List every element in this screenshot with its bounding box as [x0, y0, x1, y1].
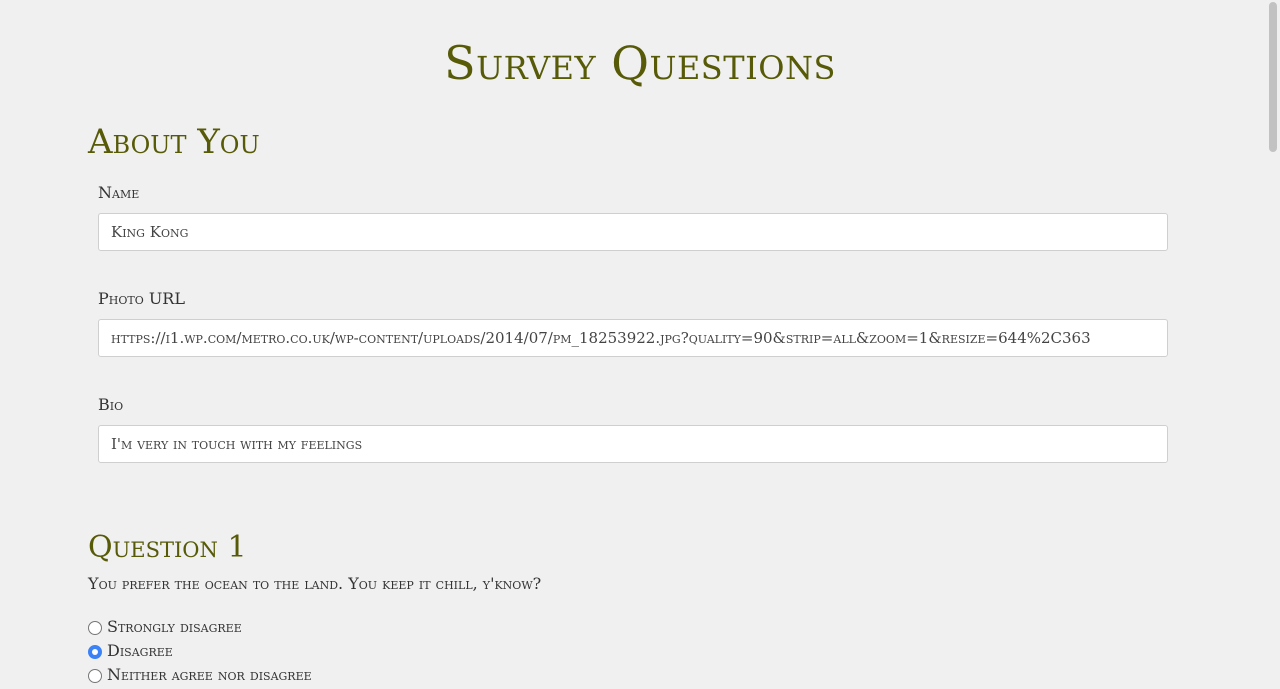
- scrollbar-thumb[interactable]: [1269, 2, 1277, 152]
- option-label: Strongly disagree: [107, 616, 242, 636]
- about-you-heading: About You: [88, 122, 260, 162]
- question-1-heading: Question 1: [88, 530, 247, 565]
- photo-url-label: Photo URL: [98, 289, 185, 308]
- option-label: Neither agree nor disagree: [107, 664, 312, 684]
- bio-label: Bio: [98, 395, 124, 414]
- option-neither[interactable]: Neither agree nor disagree: [88, 664, 312, 684]
- bio-input[interactable]: [98, 425, 1168, 463]
- survey-page: Survey Questions About You Name Photo UR…: [0, 0, 1280, 689]
- radio-strongly-disagree[interactable]: [88, 620, 102, 635]
- photo-url-input[interactable]: [98, 319, 1168, 357]
- page-title: Survey Questions: [444, 36, 836, 90]
- radio-disagree[interactable]: [88, 644, 102, 659]
- option-label: Disagree: [107, 640, 173, 660]
- vertical-scrollbar[interactable]: [1265, 0, 1280, 689]
- option-strongly-disagree[interactable]: Strongly disagree: [88, 616, 242, 636]
- name-input[interactable]: [98, 213, 1168, 251]
- option-disagree[interactable]: Disagree: [88, 640, 173, 660]
- question-1-text: You prefer the ocean to the land. You ke…: [88, 574, 542, 593]
- radio-neither[interactable]: [88, 668, 102, 683]
- name-label: Name: [98, 183, 140, 202]
